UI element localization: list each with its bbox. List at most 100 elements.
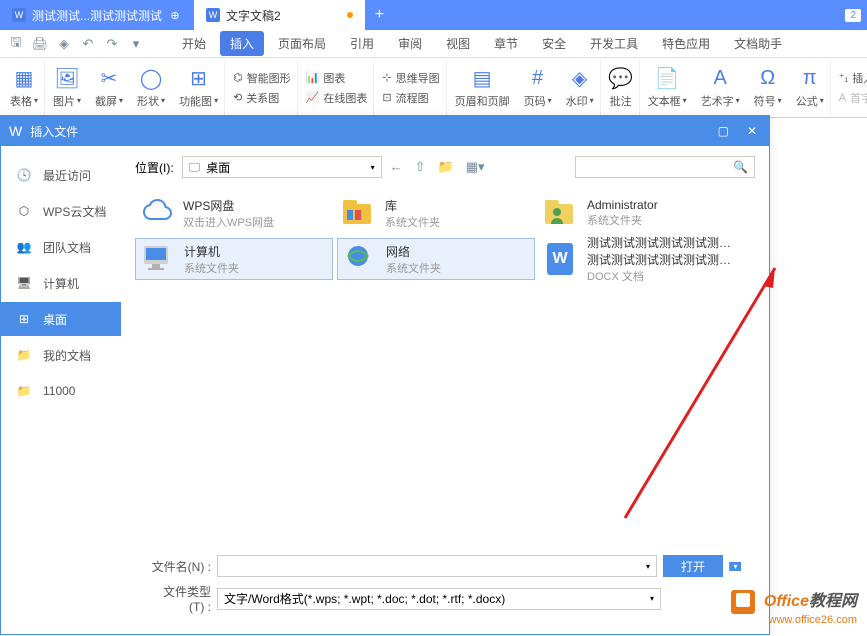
maximize-icon[interactable]: ▢ [714,122,733,140]
file-name: 库 [385,197,440,214]
cloud-icon: ⬡ [15,202,33,220]
ribbon-textbox[interactable]: 📄 文本框▾ [642,60,693,116]
save-icon[interactable]: 🖫 [8,36,24,52]
sidebar-item-mydocs[interactable]: 📁 我的文档 [1,338,121,372]
label: 我的文档 [43,347,91,364]
close-icon[interactable]: ✕ [743,122,761,140]
dialog-footer: 文件名(N) : ▾ 打开 ▾ 文件类型(T) : 文字/Word格式(*.wp… [135,549,755,624]
menu-view[interactable]: 视图 [436,31,480,56]
tab-doc2[interactable]: W 文字文稿2 [194,0,365,30]
print-icon[interactable]: 🖨 [32,36,48,52]
dialog-header: W 插入文件 ▢ ✕ [1,116,769,146]
add-tab-button[interactable]: + [365,6,394,24]
label: 思维导图 [396,70,440,86]
sidebar-item-11000[interactable]: 📁 11000 [1,374,121,408]
watermark-logo: Office教程网 www.office26.com [731,587,857,626]
file-item-computer[interactable]: 计算机 系统文件夹 [135,238,333,280]
menu-insert[interactable]: 插入 [220,31,264,56]
computer-icon: 🖥 [15,274,33,292]
comment-icon: 💬 [609,67,633,91]
label: 功能图 [179,93,212,109]
search-input[interactable]: 🔍 [575,156,755,178]
undo-icon[interactable]: ↶ [80,36,96,52]
sidebar-item-team[interactable]: 👥 团队文档 [1,230,121,264]
unsaved-dot-icon [347,12,353,18]
file-item-wpsdisk[interactable]: WPS网盘 双击进入WPS网盘 [135,192,333,234]
menu-chapter[interactable]: 章节 [484,31,528,56]
file-name: WPS网盘 [183,197,274,214]
sidebar-item-computer[interactable]: 🖥 计算机 [1,266,121,300]
menu-special[interactable]: 特色应用 [652,31,720,56]
ribbon-table[interactable]: ▦ 表格▾ [4,60,45,116]
file-item-network[interactable]: 网络 系统文件夹 [337,238,535,280]
back-icon[interactable]: ← [390,159,403,175]
open-button[interactable]: 打开 [663,555,723,577]
menu-review[interactable]: 审阅 [388,31,432,56]
file-item-docx[interactable]: W 测试测试测试测试测试测试测试 测试测试测试测试测试测试... DOCX 文档 [539,238,737,280]
dialog-sidebar: 🕓 最近访问 ⬡ WPS云文档 👥 团队文档 🖥 计算机 ⊞ 桌面 📁 我的 [1,146,121,634]
file-item-library[interactable]: 库 系统文件夹 [337,192,535,234]
filename-input[interactable]: ▾ [217,555,657,577]
ribbon-extras-col: ⁺₁ 插入数字 A 首字下沉 [833,60,867,116]
ribbon-picture[interactable]: 🖼 图片▾ [47,60,87,116]
ribbon-headerfooter[interactable]: ▤ 页眉和页脚 [449,60,516,116]
docx-icon: W [543,241,579,277]
ribbon-onlinechart[interactable]: 📈 在线图表 [306,90,368,106]
ribbon-insertnum[interactable]: ⁺₁ 插入数字 [839,70,867,86]
wm-text2: 教程网 [809,593,857,610]
menu-reference[interactable]: 引用 [340,31,384,56]
label: 桌面 [43,311,67,328]
ribbon-relation[interactable]: ⟲ 关系图 [233,90,291,106]
redo-icon[interactable]: ↷ [104,36,120,52]
location-dropdown[interactable]: 🖵 桌面 ▾ [182,156,382,178]
ribbon-smartart[interactable]: ⌬ 智能图形 [233,70,291,86]
file-list: WPS网盘 双击进入WPS网盘 库 系统文件夹 Administrator [135,188,755,549]
badge[interactable]: 2 [845,9,861,22]
filetype-select[interactable]: 文字/Word格式(*.wps; *.wpt; *.doc; *.dot; *.… [217,588,661,610]
ribbon-mindmap[interactable]: ⊹ 思维导图 [382,70,439,86]
file-item-admin[interactable]: Administrator 系统文件夹 [539,192,737,234]
open-button-split[interactable]: ▾ [729,562,741,571]
sidebar-item-desktop[interactable]: ⊞ 桌面 [1,302,121,336]
ribbon-screenshot[interactable]: ✂ 截屏▾ [89,60,129,116]
sidebar-item-wpscloud[interactable]: ⬡ WPS云文档 [1,194,121,228]
ribbon-cap[interactable]: A 首字下沉 [839,90,867,106]
ribbon-comment[interactable]: 💬 批注 [603,60,640,116]
menubar: 开始 插入 页面布局 引用 审阅 视图 章节 安全 开发工具 特色应用 文档助手 [172,31,792,56]
ribbon-formula[interactable]: π 公式▾ [790,60,831,116]
menu-dochelper[interactable]: 文档助手 [724,31,792,56]
view-icon[interactable]: ▦▾ [466,159,485,175]
file-sub: 系统文件夹 [587,212,658,228]
label: 首字下沉 [850,90,867,106]
menu-devtools[interactable]: 开发工具 [580,31,648,56]
tab-label: 文字文稿2 [226,7,281,24]
menu-security[interactable]: 安全 [532,31,576,56]
dropdown-icon[interactable]: ▾ [128,36,144,52]
label: 计算机 [43,275,79,292]
monitor-icon: 🖵 [189,160,201,175]
ribbon-symbol[interactable]: Ω 符号▾ [748,60,788,116]
ribbon-chart[interactable]: 📊 图表 [306,70,368,86]
sidebar-item-recent[interactable]: 🕓 最近访问 [1,158,121,192]
chevron-down-icon: ▾ [371,163,375,172]
newfolder-icon[interactable]: 📁 [438,159,454,175]
label: 公式 [796,93,818,109]
ribbon-watermark[interactable]: ◈ 水印▾ [560,60,601,116]
ribbon-pagenum[interactable]: # 页码▾ [518,60,558,116]
search-icon: 🔍 [733,160,748,174]
close-icon[interactable]: ⊕ [168,8,182,22]
ribbon-function[interactable]: ⊞ 功能图▾ [173,60,225,116]
formula-icon: π [798,67,822,91]
menu-pagelayout[interactable]: 页面布局 [268,31,336,56]
preview-icon[interactable]: ◈ [56,36,72,52]
ribbon-shape[interactable]: ◯ 形状▾ [131,60,171,116]
ribbon-wordart[interactable]: A 艺术字▾ [695,60,746,116]
up-icon[interactable]: ⇧ [415,159,426,175]
table-icon: ▦ [12,67,36,91]
menu-start[interactable]: 开始 [172,31,216,56]
file-sub: DOCX 文档 [587,268,733,284]
filename-label: 文件名(N) : [149,558,211,575]
ribbon-flowchart[interactable]: ⊡ 流程图 [382,90,439,106]
tab-doc1[interactable]: W 测试测试...测试测试测试 ⊕ [0,0,194,30]
chevron-down-icon: ▾ [650,594,654,603]
